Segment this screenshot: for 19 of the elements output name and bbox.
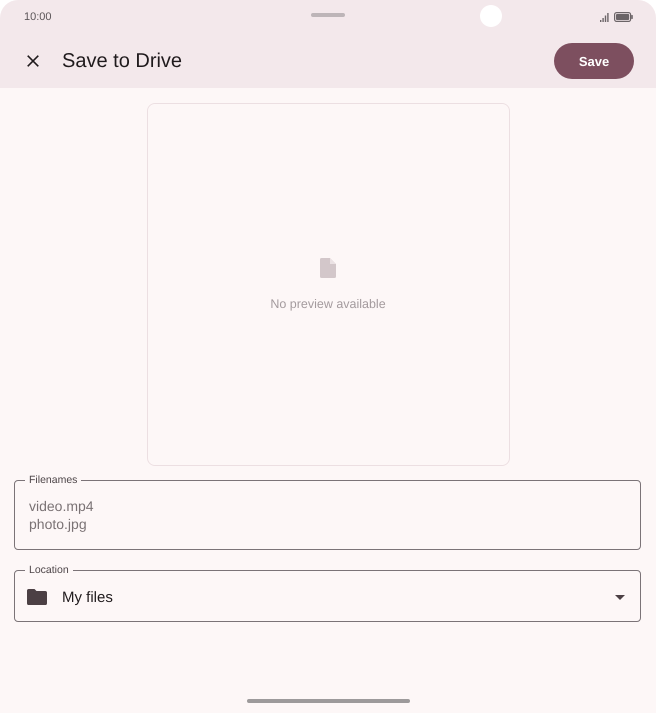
filename-text: video.mp4 (29, 497, 94, 515)
field-label: Location (28, 564, 70, 576)
filenames-field[interactable]: Filenames video.mp4 photo.jpg (14, 474, 641, 550)
battery-icon (614, 12, 633, 22)
signal-icon (600, 12, 609, 22)
gesture-bar-icon (246, 699, 410, 703)
no-preview-text: No preview available (270, 297, 386, 311)
folder-icon (27, 589, 47, 605)
field-label: Filenames (28, 474, 78, 486)
save-button[interactable]: Save (554, 43, 634, 79)
file-icon (320, 258, 336, 278)
location-value: My files (62, 588, 113, 606)
caret-icon (615, 594, 625, 600)
status-time: 10:00 (24, 11, 52, 23)
dialog-title: Save to Drive (62, 50, 182, 72)
location-dropdown[interactable]: Location My files (14, 564, 641, 622)
filename-text: photo.jpg (29, 515, 87, 533)
close-icon (27, 55, 39, 67)
drag-handle-icon (311, 13, 345, 17)
